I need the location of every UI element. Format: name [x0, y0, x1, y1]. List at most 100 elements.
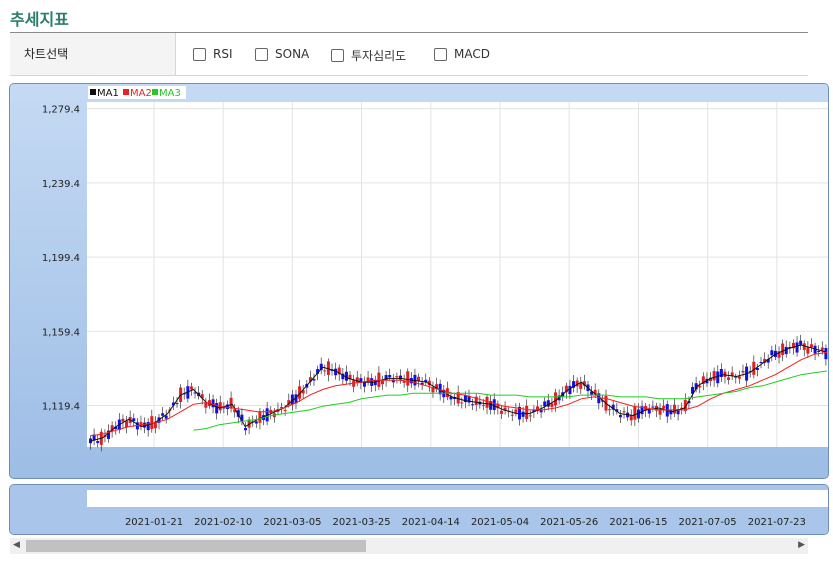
candle-body [380, 380, 384, 385]
legend-label-ma1: MA1 [97, 88, 119, 99]
legend-label-ma2: MA2 [130, 88, 152, 99]
macd-checkbox[interactable] [434, 47, 447, 61]
candle-body [622, 411, 626, 413]
option-sona[interactable]: SONA [255, 47, 309, 61]
candle-body [647, 410, 651, 414]
rsi-checkbox[interactable] [193, 47, 206, 61]
candle-body [254, 421, 258, 424]
chart-selection-row: 차트선택 RSI SONA 투자심리도 MACD [10, 32, 808, 76]
x-tick-label: 2021-07-23 [748, 517, 806, 528]
candle-body [568, 385, 572, 395]
x-tick-label: 2021-02-10 [194, 517, 252, 528]
candle-body [795, 342, 799, 353]
horizontal-scrollbar[interactable]: ◀ ▶ [10, 538, 808, 554]
psychology-checkbox[interactable] [331, 49, 344, 62]
candle-body [189, 386, 193, 390]
candle-body [395, 376, 399, 378]
candle-body [781, 343, 785, 355]
candle-body [662, 405, 666, 409]
candle-body [355, 377, 359, 383]
candle-body [820, 347, 824, 351]
x-tick-label: 2021-01-21 [125, 517, 183, 528]
candle-body [96, 441, 100, 443]
main-chart-frame: 1,279.4 1,239.4 1,199.4 1,159.4 1,119.4 MA1 M… [9, 83, 829, 479]
candle-body [817, 350, 821, 352]
x-tick-label: 2021-04-14 [402, 517, 460, 528]
option-rsi-label: RSI [213, 47, 233, 61]
x-tick-label: 2021-05-26 [540, 517, 598, 528]
candle-body [651, 406, 655, 408]
candle-body [727, 377, 731, 380]
option-psychology[interactable]: 투자심리도 [331, 47, 406, 64]
y-tick-label: 1,159.4 [42, 327, 80, 338]
candle-body [258, 411, 262, 423]
candle-body [799, 340, 803, 345]
x-tick-label: 2021-03-05 [263, 517, 321, 528]
candle-body [759, 362, 763, 364]
candle-body [521, 411, 525, 417]
x-tick-label: 2021-07-05 [679, 517, 737, 528]
price-chart[interactable]: 1,279.4 1,239.4 1,199.4 1,159.4 1,119.4 MA1 M… [10, 84, 829, 479]
candle-body [528, 415, 532, 417]
candle-body [222, 407, 226, 409]
candle-body [525, 405, 529, 420]
date-axis: 2021-01-21 2021-02-10 2021-03-05 2021-03-25… [10, 485, 828, 534]
candle-body [633, 406, 637, 420]
candle-body [554, 392, 558, 406]
candle-body [406, 371, 410, 386]
candle-body [150, 416, 154, 429]
x-tick-label: 2021-06-15 [609, 517, 667, 528]
candle-body [737, 376, 741, 379]
candle-body [164, 415, 168, 419]
option-psychology-label: 투자심리도 [351, 49, 407, 63]
candle-body [809, 344, 813, 348]
option-macd[interactable]: MACD [434, 47, 490, 61]
legend-swatch-ma2 [123, 89, 129, 95]
candle-body [712, 371, 716, 381]
candle-body [698, 385, 702, 388]
candle-body [492, 399, 496, 411]
candle-body [485, 396, 489, 408]
candle-body [244, 427, 248, 431]
y-tick-label: 1,279.4 [42, 105, 80, 116]
option-sona-label: SONA [275, 47, 310, 61]
candle-body [770, 350, 774, 356]
y-tick-label: 1,239.4 [42, 179, 80, 190]
candle-body [460, 402, 464, 404]
candle-body [514, 409, 518, 413]
candle-body [409, 378, 413, 384]
candle-body [373, 380, 377, 386]
scroll-right-icon[interactable]: ▶ [798, 540, 805, 550]
legend-swatch-ma3 [152, 89, 158, 95]
y-tick-label: 1,119.4 [42, 401, 80, 412]
candle-body [510, 414, 514, 416]
scrollbar-thumb[interactable] [26, 540, 366, 552]
candle-body [161, 413, 165, 416]
sona-checkbox[interactable] [255, 47, 268, 61]
candle-body [824, 348, 828, 360]
candle-body [388, 375, 392, 378]
option-rsi[interactable]: RSI [193, 47, 233, 61]
candle-body [618, 415, 622, 418]
candle-body [312, 379, 316, 381]
candle-body [204, 402, 208, 408]
candle-body [608, 409, 612, 411]
candle-body [175, 403, 179, 405]
candle-body [283, 409, 287, 411]
candle-body [672, 404, 676, 414]
scroll-left-icon[interactable]: ◀ [13, 540, 20, 550]
candle-body [730, 372, 734, 376]
x-tick-label: 2021-05-04 [471, 517, 529, 528]
candle-body [716, 371, 720, 384]
candle-body [806, 347, 810, 354]
candle-body [229, 397, 233, 409]
candle-body [499, 410, 503, 414]
chart-selection-label: 차트선택 [10, 33, 176, 75]
candle-body [481, 404, 485, 406]
candle-body [417, 376, 421, 381]
page-title: 추세지표 [10, 10, 69, 29]
candle-body [741, 370, 745, 373]
option-macd-label: MACD [454, 47, 490, 61]
legend-label-ma3: MA3 [159, 88, 181, 99]
candle-body [471, 404, 475, 406]
